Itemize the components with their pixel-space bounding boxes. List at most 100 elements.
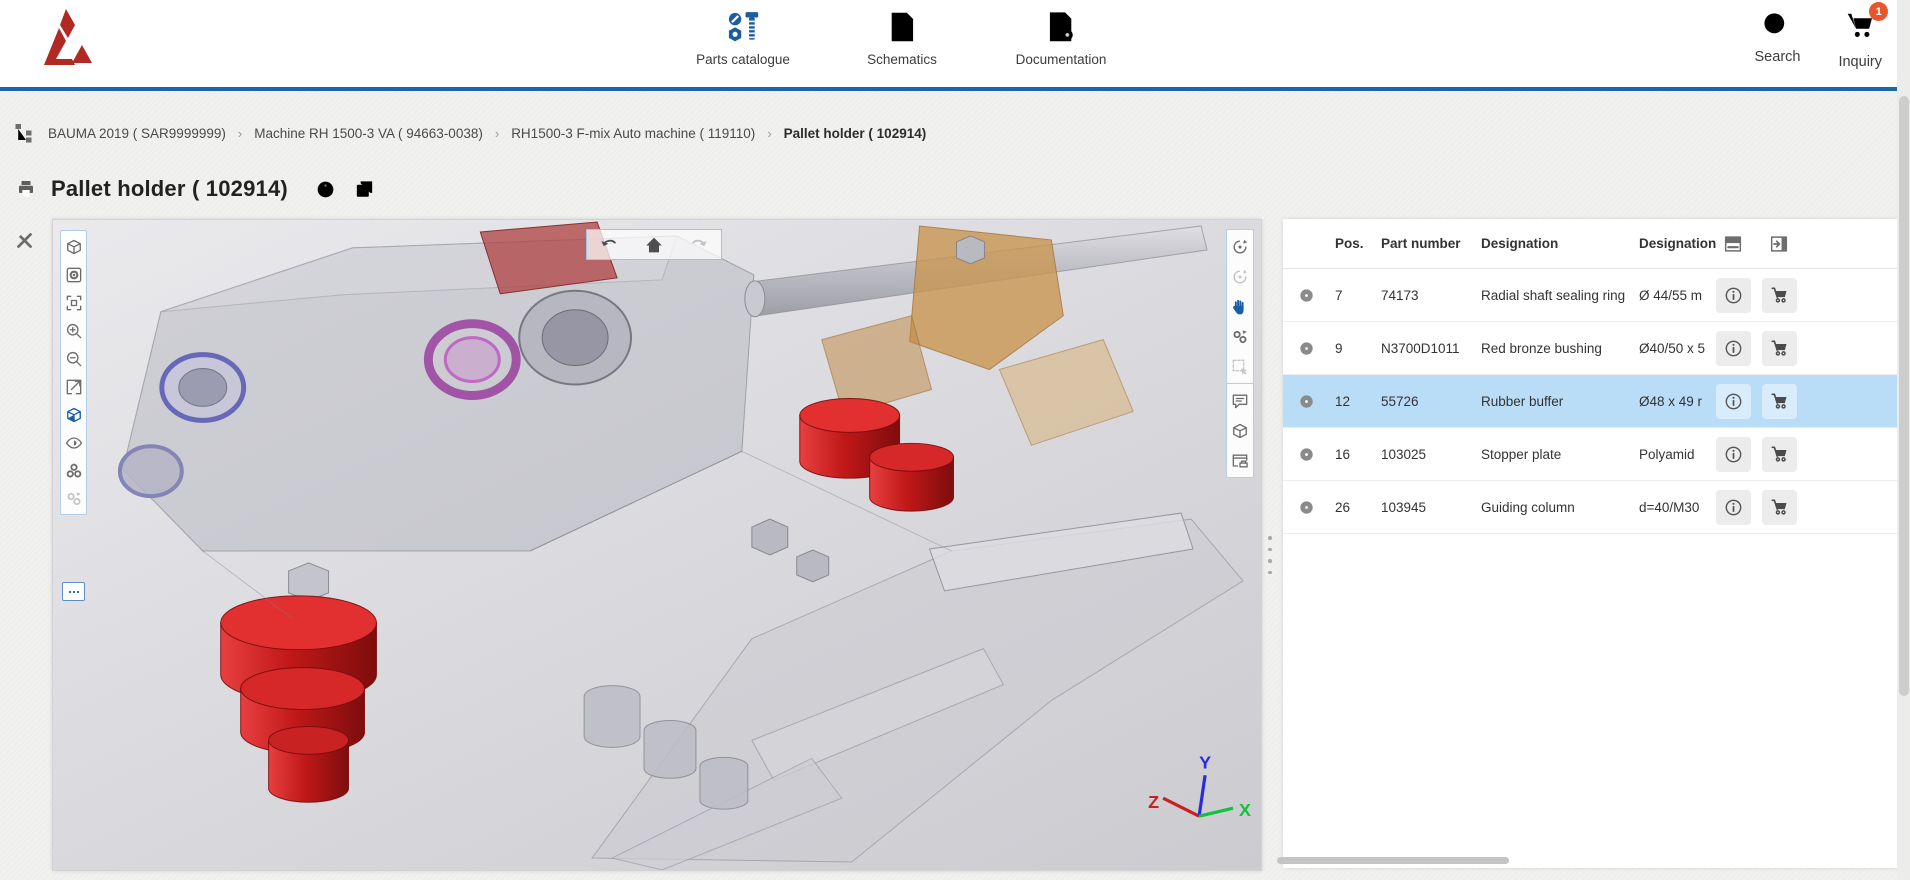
collapse-panel-icon[interactable] [1767, 233, 1791, 255]
zoom-out-button[interactable] [62, 347, 85, 370]
rotate-icon [1230, 237, 1250, 257]
row-add-to-cart-button[interactable] [1762, 278, 1797, 313]
axis-y-label: Y [1199, 752, 1211, 772]
row-add-to-cart-button[interactable] [1762, 331, 1797, 366]
cell-part-number: 74173 [1375, 288, 1475, 303]
zoom-out-icon [64, 349, 84, 369]
axis-z-label: Z [1148, 792, 1159, 812]
breadcrumb-item[interactable]: Machine RH 1500-3 VA ( 94663-0038) [254, 126, 483, 141]
visibility-button[interactable] [62, 431, 85, 454]
col-part-number[interactable]: Part number [1375, 236, 1475, 251]
inquiry-button[interactable]: 1 Inquiry [1838, 8, 1882, 70]
info-icon [1723, 391, 1744, 412]
page-vertical-scrollbar[interactable] [1897, 0, 1910, 880]
parts-table: Pos. Part number Designation Designation… [1283, 219, 1898, 868]
fullscreen-button[interactable] [62, 375, 85, 398]
search-button[interactable]: Search [1755, 8, 1801, 70]
table-horizontal-scrollbar[interactable] [1283, 857, 1898, 865]
breadcrumb-separator: › [495, 126, 499, 141]
row-settings-gear-icon[interactable] [1298, 393, 1315, 410]
inquiry-count-badge: 1 [1869, 2, 1888, 21]
row-add-to-cart-button[interactable] [1762, 490, 1797, 525]
transparent-cube-icon [64, 405, 84, 425]
pan-button[interactable] [1229, 295, 1252, 318]
frame-cube-button[interactable] [1229, 419, 1252, 442]
info-icon [1723, 285, 1744, 306]
fit-view-icon [64, 293, 84, 313]
panel-splitter-handle[interactable] [1266, 532, 1274, 578]
animate-button[interactable] [1229, 325, 1252, 348]
nav-label: Schematics [867, 52, 937, 67]
main-nav: Parts catalogue Schematics Documentation [688, 8, 1116, 67]
home-view-button[interactable] [641, 232, 666, 257]
table-row[interactable]: 26 103945 Guiding column d=40/M30 [1283, 481, 1898, 534]
cell-pos: 9 [1329, 341, 1375, 356]
row-settings-gear-icon[interactable] [1298, 446, 1315, 463]
row-info-button[interactable] [1716, 278, 1751, 313]
zoom-in-button[interactable] [62, 319, 85, 342]
home-icon [643, 234, 665, 256]
row-info-button[interactable] [1716, 384, 1751, 419]
cell-designation-2: Polyamid [1633, 447, 1711, 462]
nav-parts-catalogue[interactable]: Parts catalogue [688, 8, 798, 67]
undo-icon [598, 234, 620, 256]
marquee-select-button[interactable] [1229, 355, 1252, 378]
col-designation-2[interactable]: Designation [1633, 236, 1711, 251]
render-settings-button[interactable] [62, 263, 85, 286]
hierarchy-tree-icon[interactable] [12, 121, 36, 145]
schematic-document-icon [883, 8, 921, 46]
table-row[interactable]: 16 103025 Stopper plate Polyamid [1283, 428, 1898, 481]
exploded-view-button[interactable] [62, 487, 85, 510]
printer-icon[interactable] [14, 177, 38, 201]
scrollbar-thumb[interactable] [1277, 857, 1509, 864]
row-info-button[interactable] [1716, 490, 1751, 525]
cell-designation: Red bronze bushing [1475, 341, 1633, 356]
panel-layout-icon[interactable] [1721, 233, 1745, 255]
annotation-button[interactable] [1229, 389, 1252, 412]
scrollbar-thumb[interactable] [1899, 96, 1909, 696]
transparency-mode-button[interactable] [62, 403, 85, 426]
cell-designation-2: Ø48 x 49 r [1633, 394, 1711, 409]
nav-label: Parts catalogue [696, 52, 790, 67]
clipboard-check-icon[interactable] [353, 178, 376, 201]
row-add-to-cart-button[interactable] [1762, 437, 1797, 472]
info-icon[interactable] [314, 178, 337, 201]
assembly-button[interactable] [62, 459, 85, 482]
undo-button[interactable] [597, 232, 622, 257]
rotate-button[interactable] [1229, 235, 1252, 258]
table-row-selected[interactable]: 12 55726 Rubber buffer Ø48 x 49 r [1283, 375, 1898, 428]
viewer-more-options-button[interactable] [62, 582, 85, 601]
cell-designation: Guiding column [1475, 500, 1633, 515]
breadcrumb-item[interactable]: RH1500-3 F-mix Auto machine ( 119110) [511, 126, 755, 141]
print-view-button[interactable] [1229, 449, 1252, 472]
fit-to-view-button[interactable] [62, 291, 85, 314]
cell-designation: Radial shaft sealing ring [1475, 288, 1633, 303]
table-row[interactable]: 7 74173 Radial shaft sealing ring Ø 44/5… [1283, 269, 1898, 322]
col-pos[interactable]: Pos. [1329, 236, 1375, 251]
model-render[interactable]: Z Y X [53, 220, 1261, 870]
row-settings-gear-icon[interactable] [1298, 340, 1315, 357]
tools-wrench-icon[interactable] [12, 228, 37, 253]
cube-icon [1230, 421, 1250, 441]
redo-button[interactable] [686, 232, 711, 257]
isometric-cube-icon [64, 237, 84, 257]
app-header: Parts catalogue Schematics Documentation… [0, 0, 1910, 91]
col-designation[interactable]: Designation [1475, 236, 1633, 251]
nav-schematics[interactable]: Schematics [847, 8, 957, 67]
rotate-alt-button[interactable] [1229, 265, 1252, 288]
row-settings-gear-icon[interactable] [1298, 287, 1315, 304]
breadcrumb-item[interactable]: BAUMA 2019 ( SAR9999999) [48, 126, 226, 141]
row-add-to-cart-button[interactable] [1762, 384, 1797, 419]
gear-square-icon [64, 265, 84, 285]
rotate-disabled-icon [1230, 267, 1250, 287]
ellipsis-icon [66, 584, 82, 600]
row-info-button[interactable] [1716, 331, 1751, 366]
table-row[interactable]: 9 N3700D1011 Red bronze bushing Ø40/50 x… [1283, 322, 1898, 375]
viewer-3d[interactable]: Z Y X [52, 219, 1262, 871]
cell-pos: 16 [1329, 447, 1375, 462]
company-logo[interactable] [38, 7, 104, 69]
nav-documentation[interactable]: Documentation [1006, 8, 1116, 67]
row-settings-gear-icon[interactable] [1298, 499, 1315, 516]
view-cube-button[interactable] [62, 235, 85, 258]
row-info-button[interactable] [1716, 437, 1751, 472]
